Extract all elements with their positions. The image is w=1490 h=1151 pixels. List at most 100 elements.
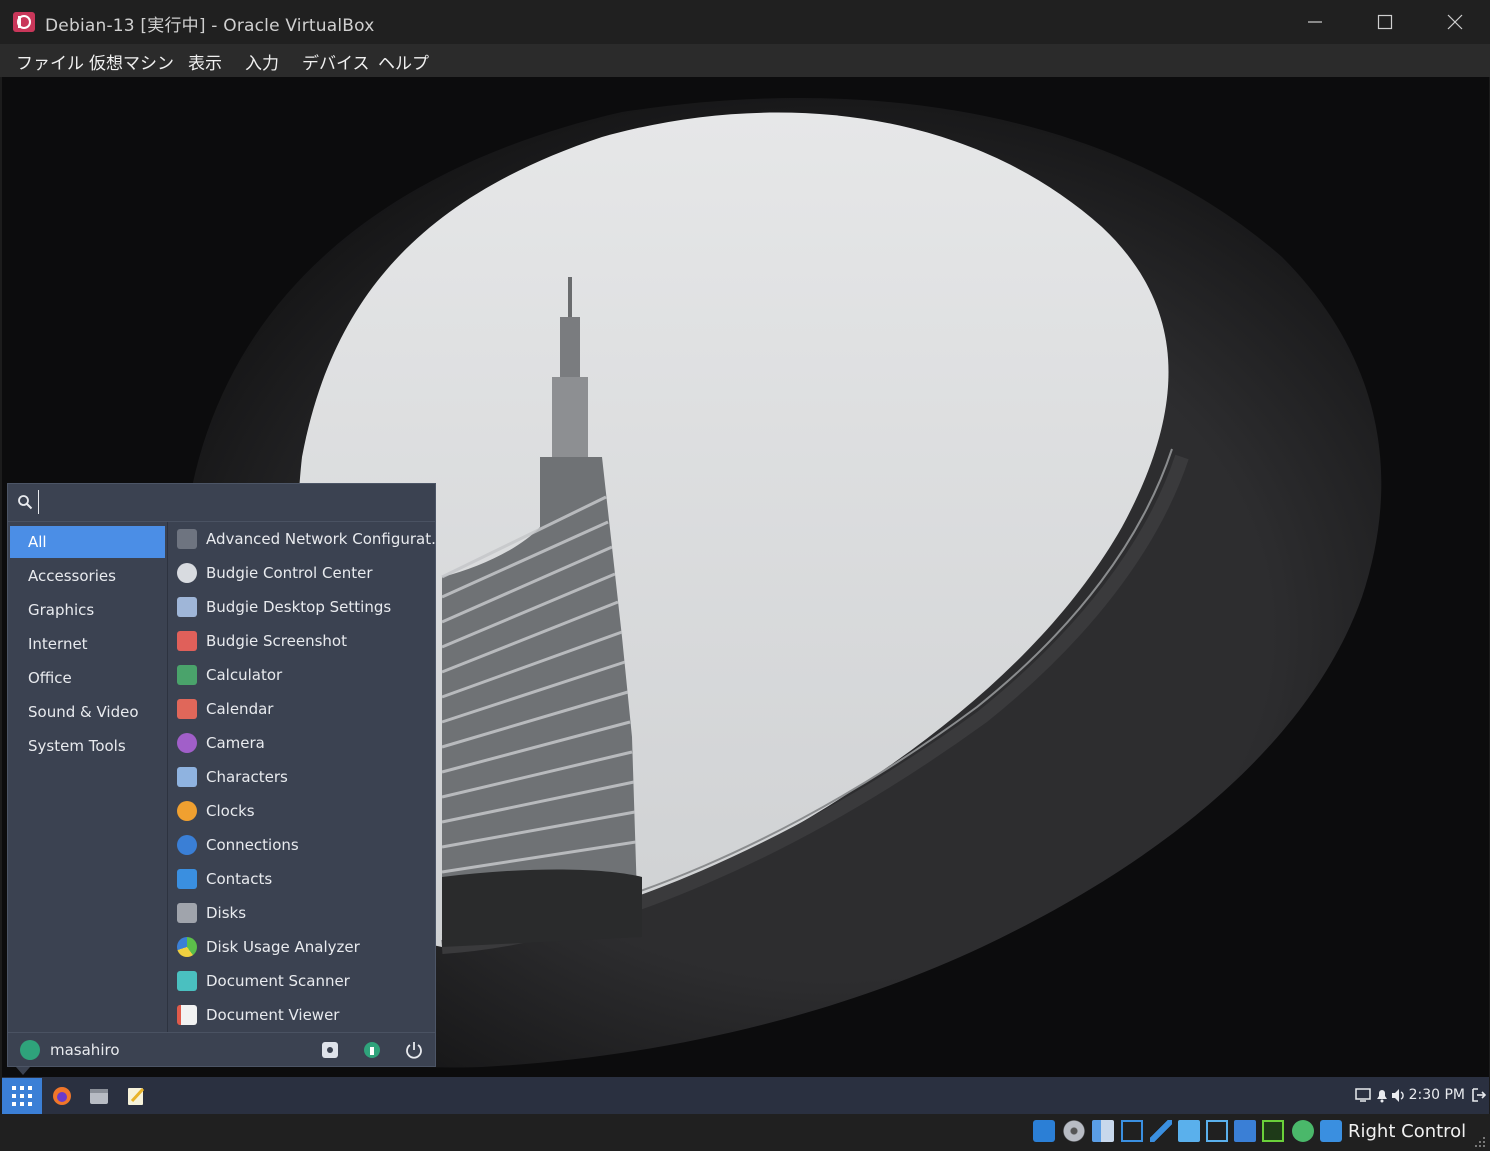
calculator-icon: [177, 665, 197, 685]
search-icon: [18, 495, 33, 510]
text-editor-icon[interactable]: [125, 1085, 147, 1107]
app-menu-button[interactable]: [2, 1078, 42, 1114]
virtualbox-app-icon: [13, 12, 35, 32]
display-icon[interactable]: [1355, 1088, 1371, 1102]
app-item[interactable]: Disk Usage Analyzer: [168, 930, 435, 964]
guest-display[interactable]: All Accessories Graphics Internet Office…: [2, 77, 1489, 1114]
optical-disk-icon[interactable]: [1063, 1120, 1085, 1142]
menu-devices[interactable]: デバイス: [302, 49, 370, 74]
settings-icon[interactable]: [319, 1039, 341, 1061]
category-sound-video[interactable]: Sound & Video: [10, 696, 165, 728]
usb-icon[interactable]: [1150, 1120, 1172, 1142]
app-label: Advanced Network Configurat...: [206, 530, 435, 548]
close-button[interactable]: [1420, 0, 1490, 44]
menu-bar: ファイル 仮想マシン 表示 入力 デバイス ヘルプ: [0, 44, 1490, 77]
app-item[interactable]: Contacts: [168, 862, 435, 896]
app-label: Connections: [206, 836, 299, 854]
audio-icon[interactable]: [1092, 1120, 1114, 1142]
app-label: Disk Usage Analyzer: [206, 938, 360, 956]
camera-lens-icon: [177, 733, 197, 753]
logout-icon[interactable]: [1472, 1088, 1486, 1102]
document-viewer-icon: [177, 1005, 197, 1025]
app-label: Calculator: [206, 666, 283, 684]
menu-machine[interactable]: 仮想マシン: [89, 49, 174, 74]
volume-icon[interactable]: [1391, 1088, 1407, 1103]
firefox-icon[interactable]: [51, 1085, 73, 1107]
bottom-panel: 2:30 PM: [2, 1077, 1489, 1114]
bell-icon[interactable]: [1375, 1088, 1389, 1103]
app-label: Calendar: [206, 700, 274, 718]
app-grid-icon: [12, 1086, 32, 1106]
menu-search-input[interactable]: [38, 490, 423, 514]
app-item[interactable]: Calendar: [168, 692, 435, 726]
menu-view[interactable]: 表示: [188, 49, 222, 74]
network-icon[interactable]: [1121, 1120, 1143, 1142]
maximize-button[interactable]: [1350, 0, 1420, 44]
category-internet[interactable]: Internet: [10, 628, 165, 660]
connections-icon: [177, 835, 197, 855]
menu-help[interactable]: ヘルプ: [378, 49, 429, 74]
characters-icon: [177, 767, 197, 787]
app-label: Disks: [206, 904, 247, 922]
app-item[interactable]: Calculator: [168, 658, 435, 692]
app-item[interactable]: Document Scanner: [168, 964, 435, 998]
app-label: Clocks: [206, 802, 255, 820]
menu-input[interactable]: 入力: [245, 49, 279, 74]
application-menu: All Accessories Graphics Internet Office…: [7, 483, 436, 1067]
app-item[interactable]: Camera: [168, 726, 435, 760]
host-key-label: Right Control: [1348, 1121, 1467, 1142]
app-label: Budgie Desktop Settings: [206, 598, 392, 616]
scanner-icon: [177, 971, 197, 991]
app-item[interactable]: Disks: [168, 896, 435, 930]
app-item[interactable]: Advanced Network Configurat...: [168, 522, 435, 556]
category-accessories[interactable]: Accessories: [10, 560, 165, 592]
menu-search-bar: [8, 484, 435, 522]
menu-pointer: [16, 1067, 30, 1075]
app-item[interactable]: Connections: [168, 828, 435, 862]
app-item[interactable]: Budgie Screenshot: [168, 624, 435, 658]
category-all[interactable]: All: [10, 526, 165, 558]
app-label: Document Scanner: [206, 972, 350, 990]
power-icon[interactable]: [403, 1039, 425, 1061]
clock-icon: [177, 801, 197, 821]
vm-status-bar: Right Control: [0, 1114, 1490, 1151]
pie-chart-icon: [177, 937, 197, 957]
app-label: Document Viewer: [206, 1006, 340, 1024]
app-item[interactable]: Characters: [168, 760, 435, 794]
resize-grip-icon[interactable]: [1472, 1134, 1486, 1148]
gear-icon: [177, 563, 197, 583]
category-system-tools[interactable]: System Tools: [10, 730, 165, 762]
recording-icon[interactable]: [1234, 1120, 1256, 1142]
minimize-button[interactable]: [1280, 0, 1350, 44]
app-item[interactable]: Document Viewer: [168, 998, 435, 1032]
app-label: Budgie Screenshot: [206, 632, 347, 650]
category-office[interactable]: Office: [10, 662, 165, 694]
app-label: Characters: [206, 768, 288, 786]
user-avatar-icon: [20, 1040, 40, 1060]
disk-icon: [177, 903, 197, 923]
app-item[interactable]: Budgie Control Center: [168, 556, 435, 590]
maximize-icon: [1377, 14, 1393, 30]
menu-footer: masahiro: [8, 1032, 435, 1067]
desktop-settings-icon: [177, 597, 197, 617]
app-label: Contacts: [206, 870, 273, 888]
panel-clock[interactable]: 2:30 PM: [1409, 1087, 1465, 1103]
title-bar: Debian-13 [実行中] - Oracle VirtualBox: [0, 0, 1490, 44]
app-item[interactable]: Clocks: [168, 794, 435, 828]
category-graphics[interactable]: Graphics: [10, 594, 165, 626]
hdd-icon[interactable]: [1033, 1120, 1055, 1142]
cpu-icon[interactable]: [1262, 1120, 1284, 1142]
keyboard-capture-icon[interactable]: [1320, 1120, 1342, 1142]
menu-file[interactable]: ファイル: [16, 49, 84, 74]
display-icon[interactable]: [1206, 1120, 1228, 1142]
shared-folder-icon[interactable]: [1178, 1120, 1200, 1142]
files-icon[interactable]: [88, 1085, 110, 1107]
app-item[interactable]: Budgie Desktop Settings: [168, 590, 435, 624]
contacts-icon: [177, 869, 197, 889]
mouse-integration-icon[interactable]: [1292, 1120, 1314, 1142]
network-config-icon: [177, 529, 197, 549]
camera-red-icon: [177, 631, 197, 651]
window-title: Debian-13 [実行中] - Oracle VirtualBox: [45, 16, 375, 36]
app-label: Budgie Control Center: [206, 564, 373, 582]
lock-icon[interactable]: [361, 1039, 383, 1061]
